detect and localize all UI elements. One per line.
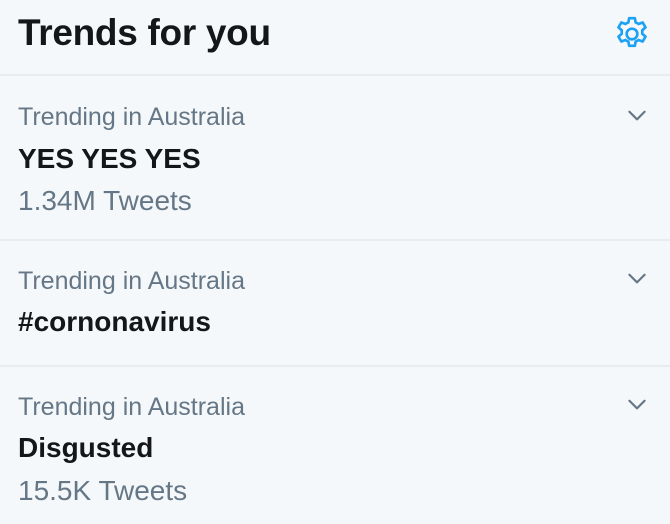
trend-item[interactable]: Trending in Australia YES YES YES 1.34M … (0, 76, 670, 241)
trend-context: Trending in Australia (18, 267, 245, 295)
chevron-down-icon[interactable] (620, 98, 654, 132)
trend-context: Trending in Australia (18, 393, 245, 421)
trend-item[interactable]: Trending in Australia Disgusted 15.5K Tw… (0, 367, 670, 524)
tweet-count: 1.34M Tweets (18, 185, 192, 216)
trend-item[interactable]: Trending in Australia #cornonavirus (0, 241, 670, 367)
trend-context: Trending in Australia (18, 103, 245, 131)
trends-panel: Trends for you Trending in Australia YES… (0, 0, 670, 524)
trend-name: YES YES YES (18, 143, 201, 174)
panel-title: Trends for you (18, 12, 271, 53)
tweet-count: 15.5K Tweets (18, 475, 188, 506)
gear-icon[interactable] (610, 12, 654, 56)
chevron-down-icon[interactable] (620, 387, 654, 421)
trend-name: Disgusted (18, 432, 154, 463)
chevron-down-icon[interactable] (620, 261, 654, 295)
trends-header: Trends for you (0, 0, 670, 76)
trend-name: #cornonavirus (18, 306, 211, 337)
